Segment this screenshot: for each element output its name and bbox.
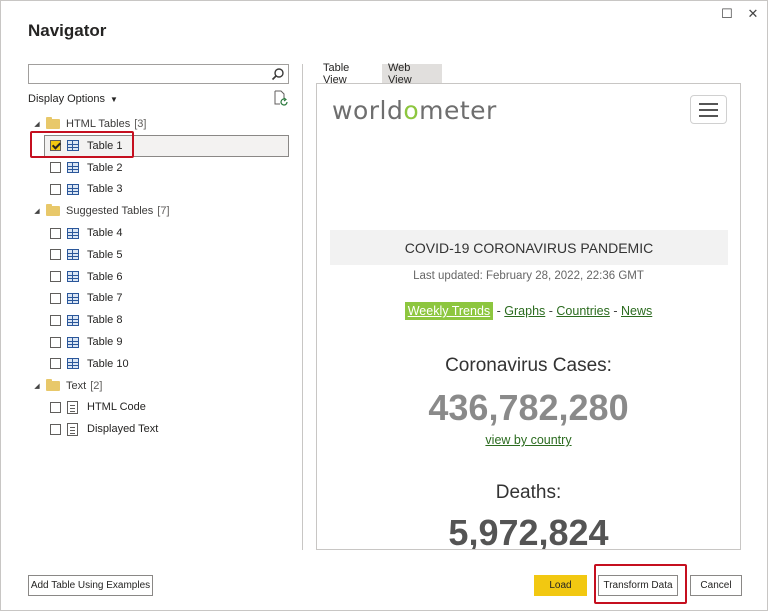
dialog-title: Navigator <box>28 21 107 40</box>
tree-item-label: Table 4 <box>87 227 123 239</box>
worldometer-logo[interactable]: worldometer <box>332 96 497 125</box>
nav-links: Weekly Trends - Graphs - Countries - New… <box>317 302 740 320</box>
document-icon <box>67 422 78 436</box>
tree-item[interactable]: Table 6 <box>50 267 122 287</box>
tree-item[interactable]: Table 7 <box>50 288 122 308</box>
table-icon <box>67 271 79 283</box>
folder-icon <box>46 117 60 129</box>
expand-triangle-icon[interactable]: ◢ <box>32 207 42 215</box>
checkbox[interactable] <box>50 271 61 283</box>
tree-group[interactable]: ◢ Text [2] <box>32 376 102 396</box>
checkbox[interactable] <box>50 336 61 348</box>
tree-item[interactable]: Displayed Text <box>50 419 158 439</box>
load-button[interactable]: Load <box>534 575 587 596</box>
last-updated-text: Last updated: February 28, 2022, 22:36 G… <box>413 270 644 282</box>
table-icon <box>67 183 79 195</box>
refresh-document-icon[interactable] <box>272 90 288 106</box>
chevron-down-icon: ▼ <box>110 95 118 104</box>
link-graphs[interactable]: Graphs <box>504 304 545 318</box>
web-view-preview: worldometer COVID-19 CORONAVIRUS PANDEMI… <box>316 83 741 550</box>
cases-value: 436,782,280 <box>428 387 629 428</box>
tree-item[interactable]: Table 10 <box>50 354 129 374</box>
tab-table-view[interactable]: Table View <box>317 62 378 86</box>
tree-item-label: Table 10 <box>87 357 129 370</box>
tree-item[interactable]: Table 5 <box>50 245 122 265</box>
tree-group-count: [2] <box>90 379 103 392</box>
expand-triangle-icon[interactable]: ◢ <box>32 120 42 128</box>
deaths-value: 5,972,824 <box>448 512 609 550</box>
tree-item-label: Table 9 <box>87 336 123 348</box>
table-icon <box>67 227 79 239</box>
expand-triangle-icon[interactable]: ◢ <box>32 382 42 390</box>
tree-item-label: Table 7 <box>87 292 123 305</box>
checkbox[interactable] <box>50 227 61 239</box>
checkbox[interactable] <box>50 249 61 261</box>
view-by-country-link[interactable]: view by country <box>317 433 740 447</box>
tree-item[interactable]: Table 3 <box>50 179 122 199</box>
tree-group[interactable]: ◢ Suggested Tables [7] <box>32 201 170 221</box>
folder-icon <box>46 378 60 391</box>
tree-item-label: Displayed Text <box>87 423 159 436</box>
tree-item-label: Table 3 <box>87 183 123 196</box>
folder-icon <box>46 204 60 217</box>
tree-group-label: Suggested Tables <box>66 205 154 218</box>
link-news[interactable]: News <box>621 304 652 318</box>
link-weekly-trends[interactable]: Weekly Trends <box>404 302 494 320</box>
tree-item-label: Table 6 <box>87 270 123 283</box>
tree-item[interactable]: Table 2 <box>50 158 122 178</box>
cases-label: Coronavirus Cases: <box>445 355 612 376</box>
tree-item[interactable]: HTML Code <box>50 397 146 417</box>
tree-item[interactable]: Table 4 <box>50 223 122 243</box>
cancel-button[interactable]: Cancel <box>690 575 742 596</box>
table-icon <box>67 336 79 348</box>
link-separator: - <box>609 304 621 318</box>
document-icon <box>67 400 78 414</box>
checkbox[interactable] <box>50 401 61 413</box>
table-icon <box>67 249 79 261</box>
tree-group-count: [7] <box>157 205 170 218</box>
tree-group-label: HTML Tables <box>66 118 131 130</box>
checkbox[interactable] <box>50 183 61 195</box>
search-input[interactable] <box>28 64 289 84</box>
tree-item-label: HTML Code <box>87 401 146 414</box>
maximize-icon[interactable]: ☐ <box>717 5 737 23</box>
display-options-label: Display Options <box>28 93 106 105</box>
link-countries[interactable]: Countries <box>556 304 610 318</box>
tree-item-label: Table 5 <box>87 248 123 261</box>
table-icon <box>67 292 79 304</box>
add-table-using-examples-button[interactable]: Add Table Using Examples <box>28 575 153 596</box>
link-separator: - <box>545 304 557 318</box>
table-icon <box>67 358 79 370</box>
link-separator: - <box>493 304 505 318</box>
table-icon <box>67 314 79 326</box>
pandemic-banner: COVID-19 CORONAVIRUS PANDEMIC <box>330 230 728 265</box>
search-icon[interactable] <box>271 67 285 81</box>
tab-web-view[interactable]: Web View <box>382 62 442 86</box>
checkbox[interactable] <box>50 423 61 435</box>
tree-item-label: Table 2 <box>87 161 123 174</box>
highlight-box-transform <box>594 564 687 604</box>
close-icon[interactable]: ✕ <box>743 5 763 23</box>
deaths-label: Deaths: <box>495 482 562 503</box>
tree-item-label: Table 8 <box>87 314 123 327</box>
display-options-dropdown[interactable]: Display Options ▼ <box>28 93 118 105</box>
checkbox[interactable] <box>50 292 61 304</box>
hamburger-menu-icon[interactable] <box>690 95 727 124</box>
checkbox[interactable] <box>50 314 61 326</box>
table-icon <box>67 162 79 174</box>
navigator-dialog: ☐ ✕ Navigator Display Options ▼ ◢ HTML Tab… <box>0 0 768 611</box>
tree-group-count: [3] <box>134 118 147 130</box>
highlight-box-table1 <box>30 131 134 158</box>
tree-item[interactable]: Table 8 <box>50 310 122 330</box>
checkbox[interactable] <box>50 358 61 370</box>
tree-group-label: Text <box>66 379 87 392</box>
pane-divider[interactable] <box>302 64 303 550</box>
checkbox[interactable] <box>50 162 61 174</box>
tree-item[interactable]: Table 9 <box>50 332 122 352</box>
